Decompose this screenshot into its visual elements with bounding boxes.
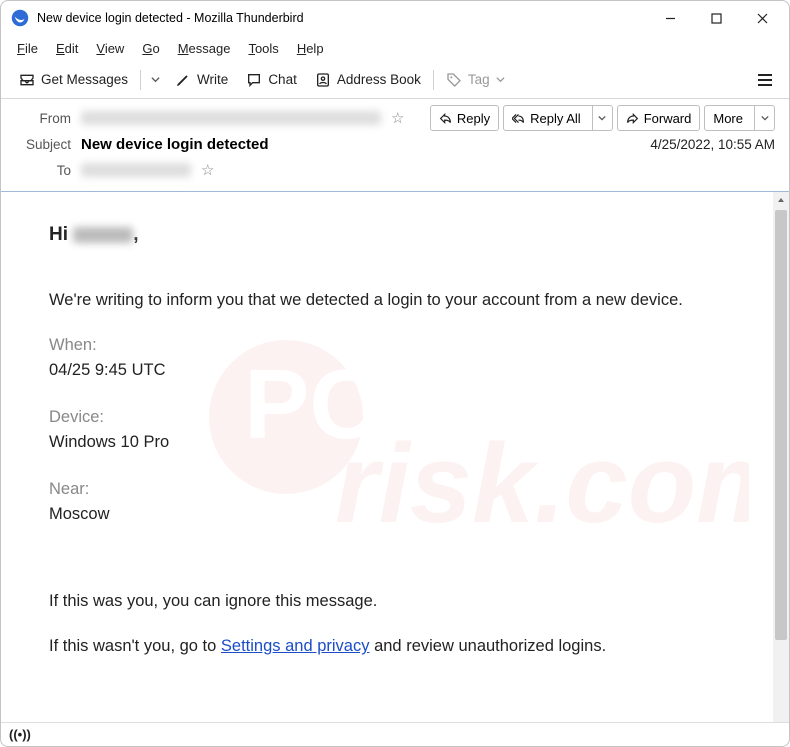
reply-icon [439, 112, 452, 125]
scrollbar[interactable] [773, 192, 789, 722]
online-status-icon[interactable]: ((•)) [9, 727, 31, 742]
subject-label: Subject [15, 137, 71, 152]
if-you-paragraph: If this was you, you can ignore this mes… [49, 590, 733, 613]
get-messages-label: Get Messages [41, 72, 128, 87]
menu-message[interactable]: Message [170, 39, 239, 58]
if-not-pre: If this wasn't you, go to [49, 637, 221, 655]
tag-label: Tag [468, 72, 490, 87]
greeting-hi: Hi [49, 224, 73, 245]
device-value: Windows 10 Pro [49, 431, 733, 454]
reply-all-dropdown[interactable] [592, 106, 612, 130]
menubar: File Edit View Go Message Tools Help [1, 35, 789, 61]
star-icon[interactable]: ☆ [201, 161, 214, 179]
subject-value: New device login detected [81, 136, 269, 153]
scroll-up-icon[interactable] [773, 192, 789, 208]
separator [433, 70, 434, 90]
address-book-icon [315, 72, 331, 88]
get-messages-button[interactable]: Get Messages [11, 66, 136, 94]
reply-all-button[interactable]: Reply All [503, 105, 613, 131]
more-dropdown[interactable] [754, 106, 774, 130]
message-date: 4/25/2022, 10:55 AM [650, 137, 775, 152]
reply-label: Reply [457, 111, 490, 126]
reply-all-label: Reply All [530, 111, 581, 126]
settings-privacy-link[interactable]: Settings and privacy [221, 637, 370, 655]
to-value-redacted [81, 163, 191, 177]
address-book-label: Address Book [337, 72, 421, 87]
window-title: New device login detected - Mozilla Thun… [37, 11, 304, 25]
menu-edit[interactable]: Edit [48, 39, 86, 58]
near-label: Near: [49, 478, 733, 501]
minimize-button[interactable] [647, 3, 693, 33]
intro-paragraph: We're writing to inform you that we dete… [49, 289, 733, 312]
device-label: Device: [49, 406, 733, 429]
separator [140, 70, 141, 90]
message-body: Hi , We're writing to inform you that we… [1, 192, 773, 700]
menu-go[interactable]: Go [134, 39, 167, 58]
from-label: From [15, 111, 71, 126]
if-not-post: and review unauthorized logins. [370, 637, 607, 655]
app-menu-button[interactable] [751, 66, 779, 94]
tag-icon [446, 72, 462, 88]
when-value: 04/25 9:45 UTC [49, 359, 733, 382]
recipient-name-redacted [73, 227, 133, 243]
greeting-comma: , [133, 224, 138, 245]
address-book-button[interactable]: Address Book [307, 66, 429, 94]
chat-label: Chat [268, 72, 297, 87]
more-label: More [713, 111, 743, 126]
maximize-button[interactable] [693, 3, 739, 33]
reply-button[interactable]: Reply [430, 105, 499, 131]
get-messages-dropdown[interactable] [145, 66, 165, 94]
write-label: Write [197, 72, 228, 87]
status-bar: ((•)) [1, 722, 789, 746]
scroll-thumb[interactable] [775, 210, 787, 640]
greeting: Hi , [49, 222, 733, 249]
menu-help[interactable]: Help [289, 39, 332, 58]
thunderbird-icon [11, 9, 29, 27]
inbox-icon [19, 72, 35, 88]
to-label: To [15, 163, 71, 178]
chat-button[interactable]: Chat [238, 66, 305, 94]
forward-label: Forward [644, 111, 692, 126]
chevron-down-icon [496, 75, 505, 84]
message-headers: From ☆ Reply Reply All Forward [1, 99, 789, 192]
forward-icon [626, 112, 639, 125]
close-button[interactable] [739, 3, 785, 33]
reply-all-icon [512, 112, 525, 125]
near-value: Moscow [49, 503, 733, 526]
write-button[interactable]: Write [167, 66, 236, 94]
pencil-icon [175, 72, 191, 88]
star-icon[interactable]: ☆ [391, 109, 404, 127]
from-value-redacted [81, 111, 381, 125]
if-not-paragraph: If this wasn't you, go to Settings and p… [49, 635, 733, 658]
menu-file[interactable]: File [9, 39, 46, 58]
when-label: When: [49, 334, 733, 357]
forward-button[interactable]: Forward [617, 105, 701, 131]
tag-button[interactable]: Tag [438, 66, 513, 94]
toolbar: Get Messages Write Chat Address Book Tag [1, 61, 789, 99]
more-button[interactable]: More [704, 105, 775, 131]
menu-view[interactable]: View [88, 39, 132, 58]
menu-tools[interactable]: Tools [240, 39, 286, 58]
chat-icon [246, 72, 262, 88]
